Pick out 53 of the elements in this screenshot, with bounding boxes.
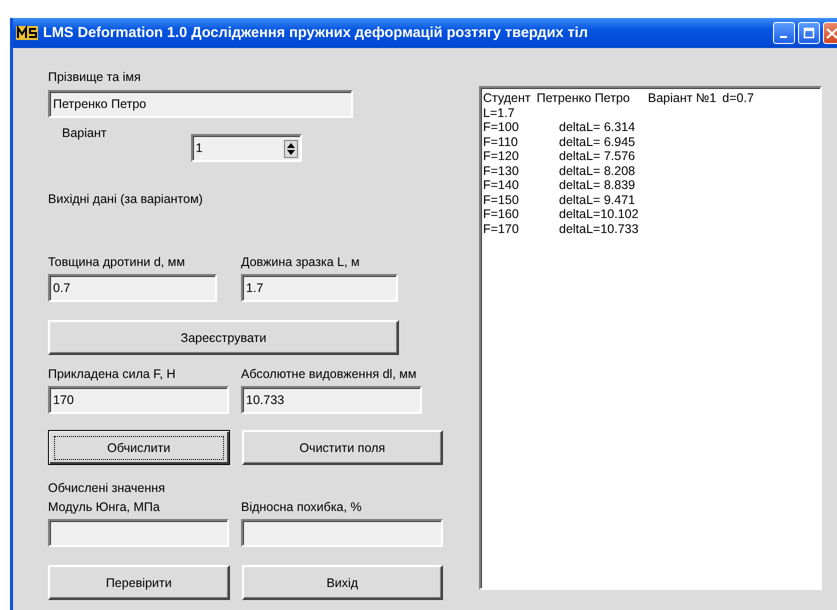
minimize-icon — [780, 36, 786, 38]
text-field[interactable] — [241, 519, 443, 547]
action-button[interactable]: Перевірити — [48, 565, 230, 600]
log-text: deltaL= 6.945 — [559, 134, 636, 149]
field-label: Варіант — [62, 126, 107, 141]
log-text: d=0.7 — [722, 91, 754, 106]
field-label: Довжина зразка L, м — [241, 255, 361, 270]
field-label: Прізвище та імя — [48, 70, 142, 85]
section-heading: Вихідні дані (за варіантом) — [48, 192, 204, 207]
close-button[interactable] — [823, 22, 837, 44]
log-text: deltaL= 6.314 — [559, 120, 636, 134]
log-text: deltaL=10.733 — [559, 222, 639, 236]
log-text: deltaL=10.102 — [559, 207, 639, 222]
log-text: deltaL= 8.208 — [559, 164, 636, 178]
log-text: deltaL= 9.471 — [559, 192, 636, 207]
text-field[interactable]: Петренко Петро — [48, 90, 353, 118]
action-button[interactable]: Вихід — [242, 565, 443, 600]
log-text: deltaL= 8.839 — [559, 178, 636, 192]
field-label: Прикладена сила F, Н — [48, 367, 177, 382]
text-field[interactable]: 0.7 — [48, 274, 217, 302]
field-label: Абсолютне видовження dl, мм — [241, 367, 418, 382]
log-text: F=120 — [483, 149, 520, 164]
text-field[interactable]: 170 — [48, 386, 229, 414]
spin-field[interactable]: 1 — [190, 134, 302, 162]
register-button[interactable]: Зареєструвати — [48, 320, 399, 355]
log-text: F=150 — [483, 192, 520, 207]
text-field[interactable] — [48, 519, 229, 547]
log-text: Варіант №1 — [648, 91, 716, 106]
field-label: Відносна похибка, % — [241, 500, 363, 515]
log-text: F=100 — [483, 120, 520, 134]
minimize-button[interactable] — [773, 22, 795, 44]
log-text: F=140 — [483, 178, 520, 192]
close-icon — [824, 26, 837, 40]
log-text: F=160 — [483, 207, 520, 222]
window-title: LMS Deformation 1.0 Дослідження пружних деформацій розтягу твердих тіл — [43, 25, 589, 41]
log-text: Студент — [483, 91, 531, 106]
action-button[interactable]: Очистити поля — [242, 430, 443, 465]
log-text: deltaL= 7.576 — [559, 149, 636, 164]
text-field[interactable]: 10.733 — [241, 386, 422, 414]
log-text: F=130 — [483, 164, 520, 178]
maximize-icon — [803, 27, 815, 39]
app-logo-icon — [15, 24, 39, 42]
log-text: F=110 — [483, 134, 519, 149]
log-text: Петренко Петро — [536, 91, 630, 106]
action-button[interactable]: Обчислити — [48, 430, 230, 465]
spin-arrows-icon[interactable] — [284, 140, 298, 158]
log-text: F=170 — [483, 222, 520, 236]
maximize-button[interactable] — [798, 22, 820, 44]
section-heading: Обчислені значення — [48, 481, 166, 496]
text-field[interactable]: 1.7 — [241, 274, 398, 302]
field-label: Товщина дротини d, мм — [48, 255, 186, 270]
log-text: L=1.7 — [483, 106, 516, 120]
field-label: Модуль Юнга, МПа — [48, 500, 161, 515]
